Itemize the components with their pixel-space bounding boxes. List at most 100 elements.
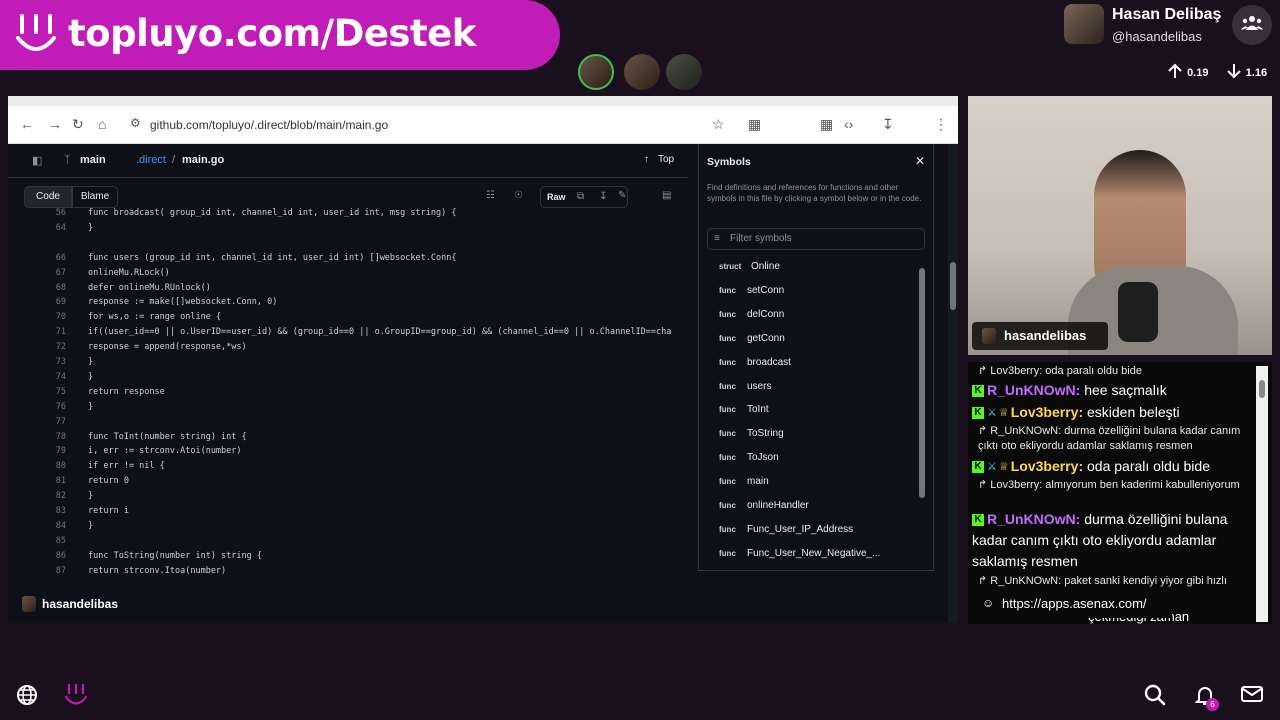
line-number[interactable]: 74 — [32, 372, 66, 382]
code-line[interactable]: 86 func ToString(number int) string { — [8, 551, 688, 565]
home-icon[interactable]: ⌂ — [98, 116, 106, 132]
symbol-item[interactable]: func Func_User_IP_Address — [719, 521, 919, 541]
chat-scroll-thumb[interactable] — [1259, 380, 1265, 398]
branch-selector[interactable]: main — [80, 154, 106, 166]
line-number[interactable]: 86 — [32, 551, 66, 561]
mail-icon[interactable] — [1240, 684, 1264, 710]
symbol-item[interactable]: func broadcast — [719, 354, 919, 374]
symbol-item[interactable]: func getConn — [719, 330, 919, 350]
topluyo-home-icon[interactable] — [64, 682, 88, 714]
code-line[interactable]: 75 return response — [8, 387, 688, 401]
code-line[interactable]: 76} — [8, 402, 688, 416]
panel-icon[interactable]: ▤ — [662, 190, 671, 201]
code-line[interactable]: 78 func ToInt(number string) int { — [8, 432, 688, 446]
line-number[interactable]: 73 — [32, 357, 66, 367]
tab-blame[interactable]: Blame — [72, 186, 118, 208]
code-line[interactable]: 68 defer onlineMu.RUnlock() — [8, 283, 688, 297]
forward-icon[interactable]: → — [48, 116, 62, 132]
code-line[interactable]: 81 return 0 — [8, 476, 688, 490]
chat-username[interactable]: Lov3berry: — [1011, 404, 1083, 420]
top-arrow-icon[interactable]: ↑ — [644, 154, 649, 165]
chat-username[interactable]: R_UnKNOwN: — [987, 382, 1080, 398]
symbol-item[interactable]: func ToInt — [719, 401, 919, 421]
code-line[interactable]: 85 — [8, 536, 688, 550]
line-number[interactable]: 71 — [32, 327, 66, 337]
code-view[interactable]: 56 func broadcast( group_id int, channel_… — [8, 208, 688, 623]
code-line[interactable]: 73 } — [8, 357, 688, 371]
filter-symbols-input[interactable] — [730, 233, 900, 244]
line-number[interactable]: 80 — [32, 461, 66, 471]
line-number[interactable]: 79 — [32, 446, 66, 456]
streamer-avatar[interactable] — [1064, 4, 1104, 44]
symbol-item[interactable]: func onlineHandler — [719, 497, 919, 517]
topluyo-banner[interactable]: topluyo.com/Destek — [0, 0, 560, 70]
code-line[interactable]: 72 response = append(response,*ws) — [8, 342, 688, 356]
symbol-item[interactable]: func main — [719, 473, 919, 493]
line-number[interactable]: 84 — [32, 521, 66, 531]
code-line[interactable]: 70 for ws,o := range online { — [8, 312, 688, 326]
line-number[interactable]: 68 — [32, 283, 66, 293]
chat-scrollbar[interactable] — [1256, 366, 1268, 622]
download-raw-icon[interactable]: ↧ — [599, 191, 607, 202]
copilot-icon[interactable]: ☉ — [514, 190, 523, 201]
symbol-item[interactable]: func users — [719, 378, 919, 398]
code-line[interactable]: 84} — [8, 521, 688, 535]
chat-panel[interactable]: ↱ Lov3berry: oda paralı oldu bide K R_UnK… — [968, 362, 1272, 624]
symbol-item[interactable]: func ToString — [719, 425, 919, 445]
link-text[interactable]: https://apps.asenax.com/ — [1002, 596, 1147, 611]
code-line[interactable]: 69 response := make([]websocket.Conn, 0) — [8, 297, 688, 311]
code-line[interactable]: 82 } — [8, 491, 688, 505]
line-number[interactable]: 70 — [32, 312, 66, 322]
line-number[interactable]: 67 — [32, 268, 66, 278]
globe-icon[interactable] — [16, 684, 38, 712]
code-line[interactable]: 79 i, err := strconv.Atoi(number) — [8, 446, 688, 460]
line-number[interactable]: 72 — [32, 342, 66, 352]
chat-username[interactable]: R_UnKNOwN: — [987, 511, 1080, 527]
symbols-toggle-icon[interactable]: ☷ — [486, 190, 495, 201]
participant-avatar[interactable] — [578, 54, 614, 90]
url-text[interactable]: github.com/topluyo/.direct/blob/main/mai… — [150, 118, 388, 132]
line-number[interactable]: 85 — [32, 536, 66, 546]
symbol-item[interactable]: func ToJson — [719, 449, 919, 469]
tab-code[interactable]: Code — [24, 186, 72, 208]
code-line[interactable]: 71 if((user_id==0 || o.UserID==user_id) … — [8, 327, 688, 341]
close-icon[interactable]: ✕ — [915, 154, 925, 168]
participant-avatar[interactable] — [666, 54, 702, 90]
line-number[interactable]: 77 — [32, 417, 66, 427]
code-line[interactable]: 67 onlineMu.RLock() — [8, 268, 688, 282]
chat-username[interactable]: Lov3berry: — [1011, 458, 1083, 474]
line-number[interactable]: 87 — [32, 566, 66, 576]
code-line[interactable]: 87 return strconv.Itoa(number) — [8, 566, 688, 580]
camera-feed[interactable]: hasandelibas — [968, 96, 1272, 355]
line-number[interactable]: 82 — [32, 491, 66, 501]
page-scrollbar[interactable] — [948, 144, 958, 623]
apps-icon[interactable]: ▦ — [820, 116, 833, 133]
symbol-item[interactable]: func delConn — [719, 306, 919, 326]
code-line[interactable]: 77 — [8, 417, 688, 431]
edit-icon[interactable]: ✎ — [618, 190, 626, 201]
group-icon[interactable] — [1232, 5, 1272, 45]
site-info-icon[interactable]: ⚙ — [130, 116, 141, 130]
code-line[interactable]: 80 if err != nil { — [8, 461, 688, 475]
line-number[interactable]: 83 — [32, 506, 66, 516]
code-line[interactable]: 66 func users (group_id int, channel_id i… — [8, 253, 688, 267]
download-icon[interactable]: ↧ — [882, 116, 894, 133]
back-icon[interactable]: ← — [20, 116, 34, 132]
reload-icon[interactable]: ↻ — [72, 116, 84, 133]
breadcrumb-repo[interactable]: .direct — [136, 154, 166, 166]
line-number[interactable]: 66 — [32, 253, 66, 263]
raw-button[interactable]: Raw — [547, 192, 566, 202]
line-number[interactable]: 81 — [32, 476, 66, 486]
code-line[interactable]: 83 return i — [8, 506, 688, 520]
code-icon[interactable]: ‹› — [844, 116, 853, 132]
line-number[interactable]: 64 — [32, 223, 66, 233]
copy-icon[interactable]: ⧉ — [577, 191, 584, 202]
extensions-icon[interactable]: ▦ — [748, 116, 761, 133]
line-number[interactable]: 56 — [32, 208, 66, 218]
line-number[interactable]: 78 — [32, 432, 66, 442]
code-line[interactable]: 74 } — [8, 372, 688, 386]
symbols-scrollbar[interactable] — [919, 258, 925, 568]
bookmark-star-icon[interactable]: ☆ — [712, 116, 725, 133]
search-icon[interactable] — [1144, 684, 1166, 712]
more-vert-icon[interactable]: ⋮ — [934, 116, 948, 133]
